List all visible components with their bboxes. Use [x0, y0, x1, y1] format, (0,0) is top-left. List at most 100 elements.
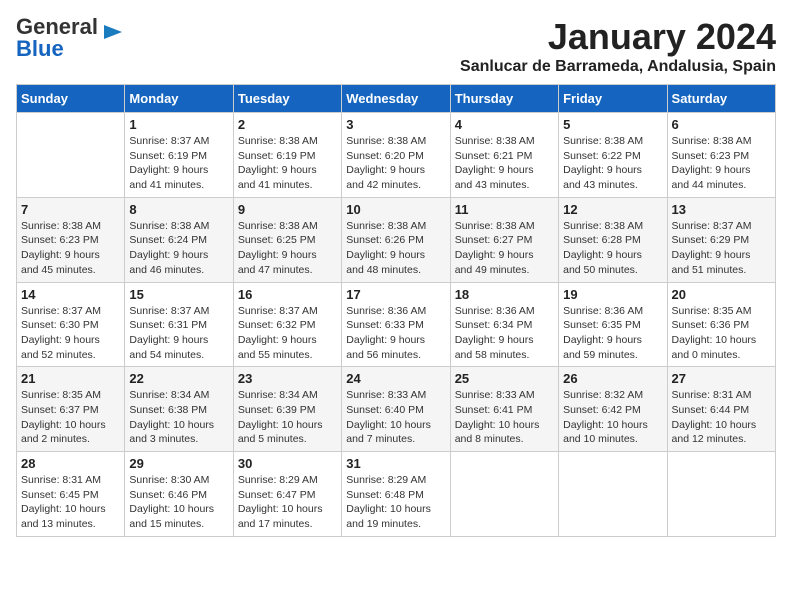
calendar-cell: 1Sunrise: 8:37 AM Sunset: 6:19 PM Daylig… — [125, 113, 233, 198]
day-info: Sunrise: 8:38 AM Sunset: 6:22 PM Dayligh… — [563, 134, 662, 193]
day-number: 5 — [563, 117, 662, 132]
day-number: 3 — [346, 117, 445, 132]
day-info: Sunrise: 8:38 AM Sunset: 6:20 PM Dayligh… — [346, 134, 445, 193]
calendar-cell: 19 Sunrise: 8:36 AM Sunset: 6:35 PM Dayli… — [559, 282, 667, 367]
title-block: January 2024 Sanlucar de Barrameda, Anda… — [460, 16, 776, 76]
day-info: Sunrise: 8:38 AM Sunset: 6:24 PM Dayligh… — [129, 219, 228, 278]
calendar-cell: 12 Sunrise: 8:38 AM Sunset: 6:28 PM Dayli… — [559, 197, 667, 282]
week-row-0: 1Sunrise: 8:37 AM Sunset: 6:19 PM Daylig… — [17, 113, 776, 198]
day-info: Sunrise: 8:30 AM Sunset: 6:46 PM Dayligh… — [129, 473, 228, 532]
calendar-cell: 9 Sunrise: 8:38 AM Sunset: 6:25 PM Daylig… — [233, 197, 341, 282]
calendar-cell — [17, 113, 125, 198]
calendar-cell: 20 Sunrise: 8:35 AM Sunset: 6:36 PM Dayli… — [667, 282, 775, 367]
logo: General Blue — [16, 16, 124, 60]
calendar-cell: 3 Sunrise: 8:38 AM Sunset: 6:20 PM Daylig… — [342, 113, 450, 198]
day-info: Sunrise: 8:36 AM Sunset: 6:34 PM Dayligh… — [455, 304, 554, 363]
day-info: Sunrise: 8:38 AM Sunset: 6:25 PM Dayligh… — [238, 219, 337, 278]
day-number: 16 — [238, 287, 337, 302]
day-info: Sunrise: 8:36 AM Sunset: 6:33 PM Dayligh… — [346, 304, 445, 363]
calendar-cell: 18 Sunrise: 8:36 AM Sunset: 6:34 PM Dayli… — [450, 282, 558, 367]
day-number: 13 — [672, 202, 771, 217]
calendar-cell — [559, 452, 667, 537]
day-info: Sunrise: 8:29 AM Sunset: 6:47 PM Dayligh… — [238, 473, 337, 532]
day-info: Sunrise: 8:38 AM Sunset: 6:28 PM Dayligh… — [563, 219, 662, 278]
calendar-cell: 17 Sunrise: 8:36 AM Sunset: 6:33 PM Dayli… — [342, 282, 450, 367]
day-number: 7 — [21, 202, 120, 217]
day-number: 9 — [238, 202, 337, 217]
day-number: 14 — [21, 287, 120, 302]
calendar-cell: 24Sunrise: 8:33 AM Sunset: 6:40 PM Dayli… — [342, 367, 450, 452]
day-number: 20 — [672, 287, 771, 302]
calendar-cell: 30 Sunrise: 8:29 AM Sunset: 6:47 PM Dayli… — [233, 452, 341, 537]
day-number: 26 — [563, 371, 662, 386]
day-info: Sunrise: 8:33 AM Sunset: 6:40 PM Dayligh… — [346, 388, 445, 447]
week-row-3: 21 Sunrise: 8:35 AM Sunset: 6:37 PM Dayli… — [17, 367, 776, 452]
day-info: Sunrise: 8:34 AM Sunset: 6:38 PM Dayligh… — [129, 388, 228, 447]
day-number: 18 — [455, 287, 554, 302]
calendar-cell: 16 Sunrise: 8:37 AM Sunset: 6:32 PM Dayli… — [233, 282, 341, 367]
calendar-cell: 21 Sunrise: 8:35 AM Sunset: 6:37 PM Dayli… — [17, 367, 125, 452]
calendar-table: SundayMondayTuesdayWednesdayThursdayFrid… — [16, 84, 776, 537]
day-number: 15 — [129, 287, 228, 302]
day-info: Sunrise: 8:31 AM Sunset: 6:44 PM Dayligh… — [672, 388, 771, 447]
day-info: Sunrise: 8:37 AM Sunset: 6:32 PM Dayligh… — [238, 304, 337, 363]
day-number: 23 — [238, 371, 337, 386]
calendar-cell: 2 Sunrise: 8:38 AM Sunset: 6:19 PM Daylig… — [233, 113, 341, 198]
day-number: 21 — [21, 371, 120, 386]
day-number: 19 — [563, 287, 662, 302]
column-header-thursday: Thursday — [450, 85, 558, 113]
calendar-cell: 13 Sunrise: 8:37 AM Sunset: 6:29 PM Dayli… — [667, 197, 775, 282]
calendar-cell — [667, 452, 775, 537]
day-number: 28 — [21, 456, 120, 471]
column-header-friday: Friday — [559, 85, 667, 113]
page-header: General Blue January 2024 Sanlucar de Ba… — [16, 16, 776, 76]
calendar-cell: 25Sunrise: 8:33 AM Sunset: 6:41 PM Dayli… — [450, 367, 558, 452]
day-number: 29 — [129, 456, 228, 471]
location-title: Sanlucar de Barrameda, Andalusia, Spain — [460, 58, 776, 76]
day-number: 2 — [238, 117, 337, 132]
day-number: 31 — [346, 456, 445, 471]
day-number: 11 — [455, 202, 554, 217]
day-number: 27 — [672, 371, 771, 386]
week-row-1: 7 Sunrise: 8:38 AM Sunset: 6:23 PM Daylig… — [17, 197, 776, 282]
day-info: Sunrise: 8:37 AM Sunset: 6:30 PM Dayligh… — [21, 304, 120, 363]
day-info: Sunrise: 8:37 AM Sunset: 6:19 PM Dayligh… — [129, 134, 228, 193]
column-header-sunday: Sunday — [17, 85, 125, 113]
calendar-cell: 23 Sunrise: 8:34 AM Sunset: 6:39 PM Dayli… — [233, 367, 341, 452]
day-number: 6 — [672, 117, 771, 132]
day-number: 25 — [455, 371, 554, 386]
calendar-cell: 11 Sunrise: 8:38 AM Sunset: 6:27 PM Dayli… — [450, 197, 558, 282]
column-header-tuesday: Tuesday — [233, 85, 341, 113]
column-header-monday: Monday — [125, 85, 233, 113]
day-info: Sunrise: 8:35 AM Sunset: 6:36 PM Dayligh… — [672, 304, 771, 363]
day-number: 12 — [563, 202, 662, 217]
week-row-4: 28 Sunrise: 8:31 AM Sunset: 6:45 PM Dayli… — [17, 452, 776, 537]
day-info: Sunrise: 8:34 AM Sunset: 6:39 PM Dayligh… — [238, 388, 337, 447]
calendar-cell: 6Sunrise: 8:38 AM Sunset: 6:23 PM Daylig… — [667, 113, 775, 198]
day-info: Sunrise: 8:29 AM Sunset: 6:48 PM Dayligh… — [346, 473, 445, 532]
day-info: Sunrise: 8:36 AM Sunset: 6:35 PM Dayligh… — [563, 304, 662, 363]
day-info: Sunrise: 8:38 AM Sunset: 6:27 PM Dayligh… — [455, 219, 554, 278]
day-info: Sunrise: 8:31 AM Sunset: 6:45 PM Dayligh… — [21, 473, 120, 532]
day-number: 22 — [129, 371, 228, 386]
day-number: 17 — [346, 287, 445, 302]
day-number: 8 — [129, 202, 228, 217]
calendar-cell: 27 Sunrise: 8:31 AM Sunset: 6:44 PM Dayli… — [667, 367, 775, 452]
day-number: 10 — [346, 202, 445, 217]
day-number: 30 — [238, 456, 337, 471]
logo-arrow-icon — [102, 21, 124, 43]
calendar-header-row: SundayMondayTuesdayWednesdayThursdayFrid… — [17, 85, 776, 113]
day-number: 4 — [455, 117, 554, 132]
day-info: Sunrise: 8:38 AM Sunset: 6:19 PM Dayligh… — [238, 134, 337, 193]
calendar-cell — [450, 452, 558, 537]
calendar-cell: 5 Sunrise: 8:38 AM Sunset: 6:22 PM Daylig… — [559, 113, 667, 198]
week-row-2: 14 Sunrise: 8:37 AM Sunset: 6:30 PM Dayli… — [17, 282, 776, 367]
column-header-wednesday: Wednesday — [342, 85, 450, 113]
day-info: Sunrise: 8:37 AM Sunset: 6:31 PM Dayligh… — [129, 304, 228, 363]
day-info: Sunrise: 8:35 AM Sunset: 6:37 PM Dayligh… — [21, 388, 120, 447]
day-info: Sunrise: 8:37 AM Sunset: 6:29 PM Dayligh… — [672, 219, 771, 278]
calendar-cell: 31 Sunrise: 8:29 AM Sunset: 6:48 PM Dayli… — [342, 452, 450, 537]
day-info: Sunrise: 8:38 AM Sunset: 6:23 PM Dayligh… — [21, 219, 120, 278]
calendar-cell: 4Sunrise: 8:38 AM Sunset: 6:21 PM Daylig… — [450, 113, 558, 198]
calendar-cell: 29 Sunrise: 8:30 AM Sunset: 6:46 PM Dayli… — [125, 452, 233, 537]
